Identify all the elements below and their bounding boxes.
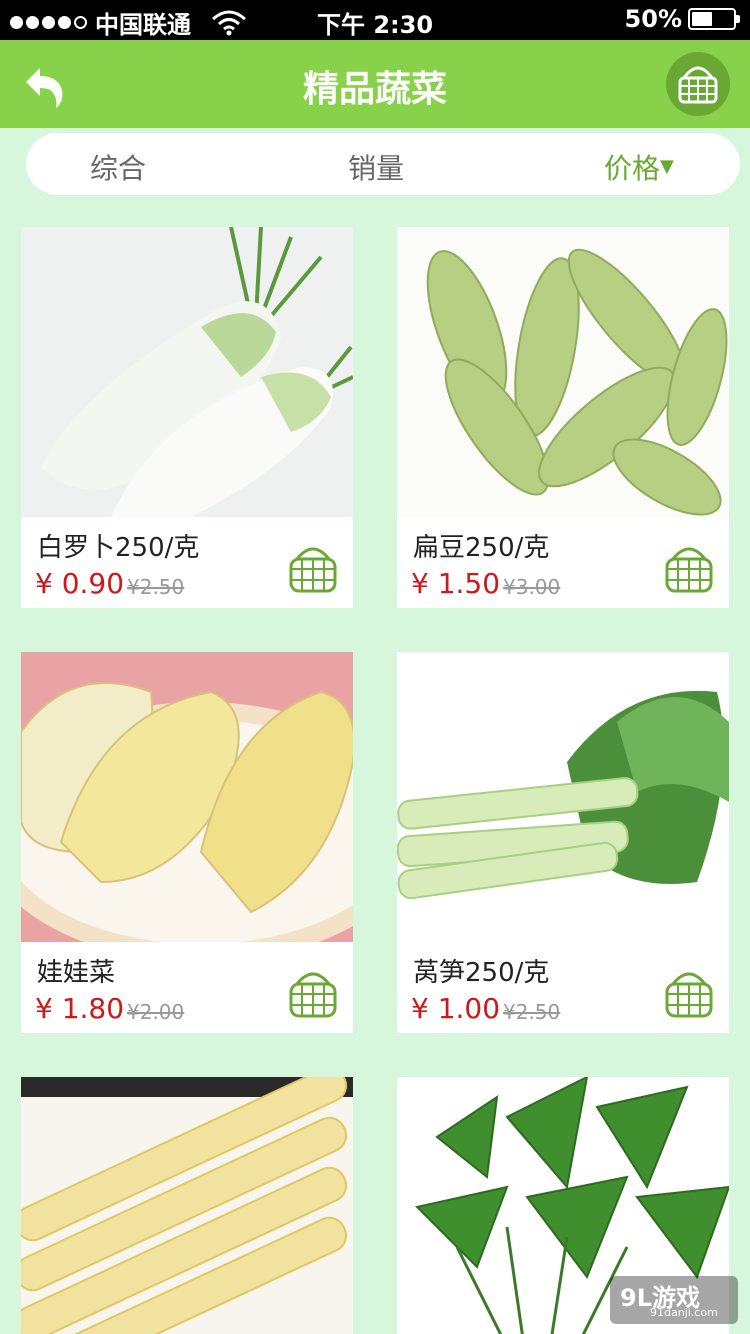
battery-percent: 50% xyxy=(624,5,682,33)
product-original-price: ¥2.50 xyxy=(127,575,185,599)
product-price: ¥ 1.00 xyxy=(411,992,501,1025)
white-radish-image xyxy=(21,227,353,517)
site-watermark: 9L游戏 91danji.com xyxy=(610,1276,738,1324)
product-name: 娃娃菜 xyxy=(37,958,116,988)
add-to-basket-icon[interactable] xyxy=(287,966,339,1020)
watermark-url: 91danji.com xyxy=(650,1306,718,1319)
product-price: ¥ 1.50 xyxy=(411,567,501,600)
product-name: 莴笋250/克 xyxy=(413,958,550,988)
product-price: ¥ 1.80 xyxy=(35,992,125,1025)
add-to-basket-icon[interactable] xyxy=(287,541,339,595)
flat-beans-image xyxy=(397,227,729,517)
cart-button[interactable] xyxy=(666,52,730,116)
product-original-price: ¥3.00 xyxy=(503,575,561,599)
product-card[interactable]: 扁豆250/克 ¥ 1.50 ¥3.00 xyxy=(397,227,729,608)
page-title: 精品蔬菜 xyxy=(302,69,447,110)
bamboo-shoots-image xyxy=(21,1077,353,1334)
filter-tab-sales[interactable]: 销量 xyxy=(348,147,404,187)
product-name: 扁豆250/克 xyxy=(413,533,550,563)
filter-tab-price-label: 价格 xyxy=(604,152,661,185)
filter-tab-comprehensive[interactable]: 综合 xyxy=(90,147,146,187)
product-original-price: ¥2.50 xyxy=(503,1000,561,1024)
product-original-price: ¥2.00 xyxy=(127,1000,185,1024)
add-to-basket-icon[interactable] xyxy=(663,966,715,1020)
add-to-basket-icon[interactable] xyxy=(663,541,715,595)
battery-icon xyxy=(688,8,740,30)
app-header: 精品蔬菜 xyxy=(0,40,750,128)
product-price: ¥ 0.90 xyxy=(35,567,125,600)
sort-down-icon: ▼ xyxy=(660,156,674,177)
product-card[interactable] xyxy=(21,1077,353,1334)
celtuce-image xyxy=(397,652,729,942)
sort-filter-bar: 综合 销量 价格▼ xyxy=(28,135,738,193)
status-bar: 中国联通 下午 2:30 50% xyxy=(0,0,750,40)
product-card[interactable]: 莴笋250/克 ¥ 1.00 ¥2.50 xyxy=(397,652,729,1033)
product-name: 白罗卜250/克 xyxy=(37,533,200,563)
basket-icon xyxy=(678,66,718,104)
product-card[interactable]: 白罗卜250/克 ¥ 0.90 ¥2.50 xyxy=(21,227,353,608)
filter-tab-price[interactable]: 价格▼ xyxy=(604,147,674,187)
product-card[interactable]: 娃娃菜 ¥ 1.80 ¥2.00 xyxy=(21,652,353,1033)
baby-cabbage-image xyxy=(21,652,353,942)
